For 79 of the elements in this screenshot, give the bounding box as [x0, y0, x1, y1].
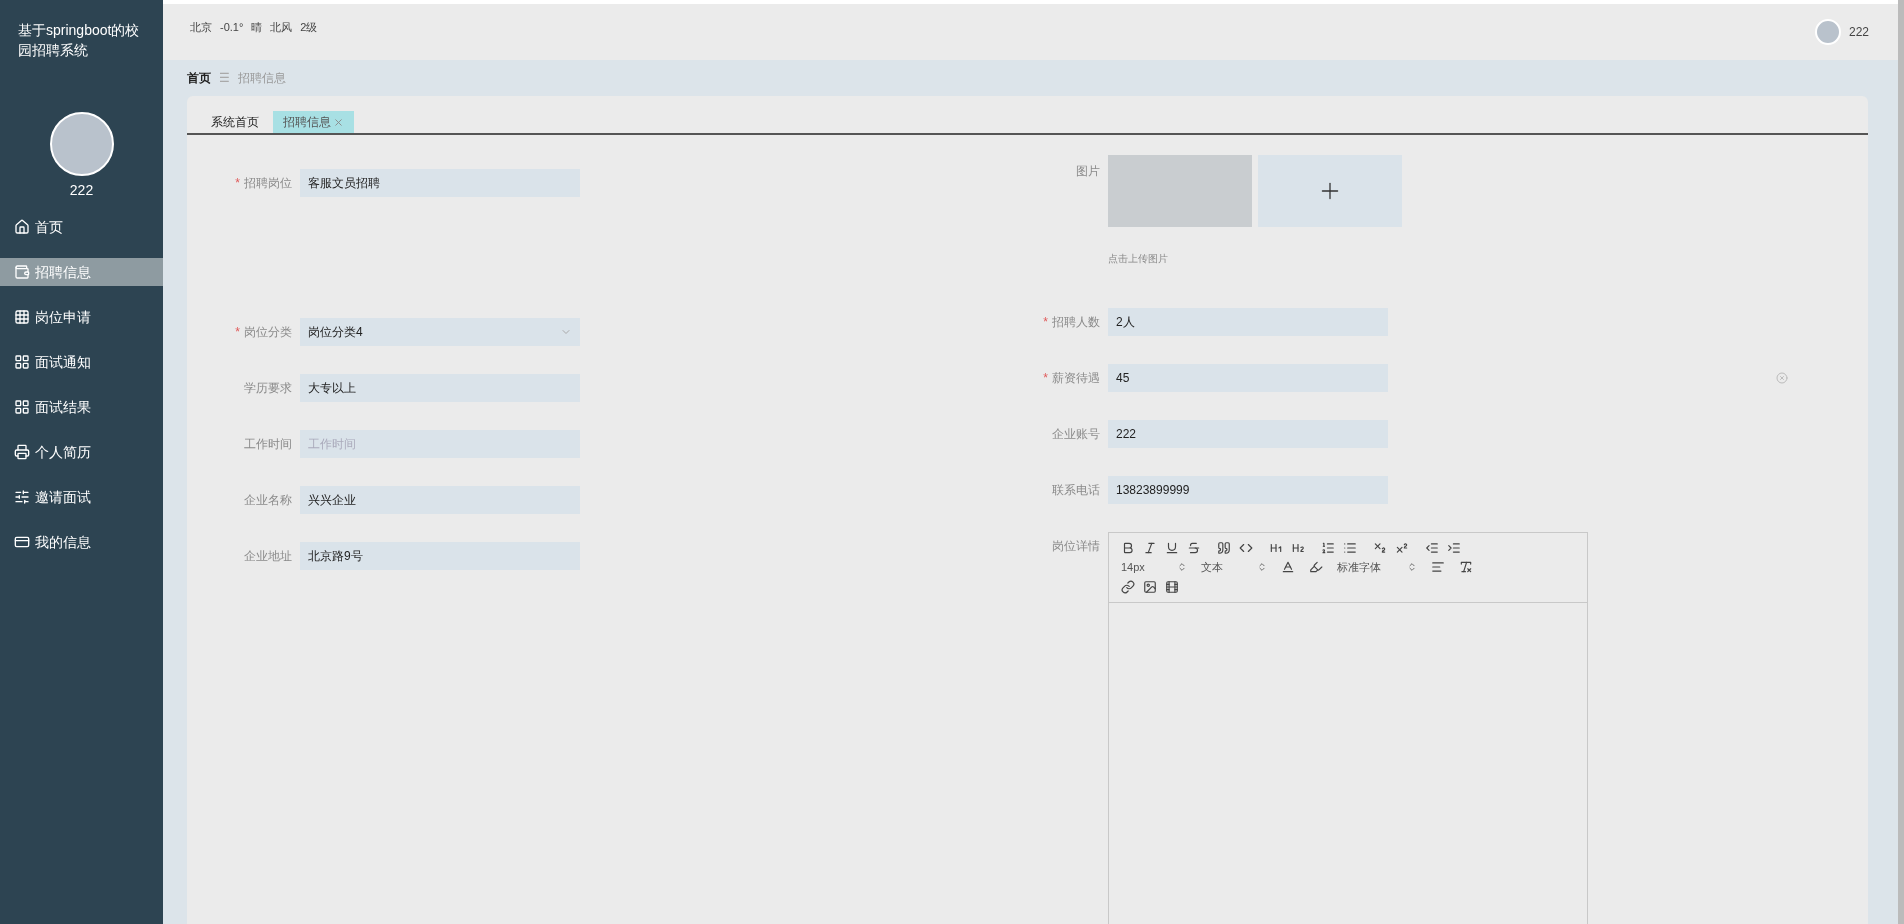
card-icon — [14, 534, 30, 550]
up-down-icon — [1177, 562, 1187, 573]
heading-2-icon[interactable] — [1291, 541, 1305, 555]
page-tab[interactable]: 招聘信息 — [273, 111, 354, 133]
heading-1-icon[interactable] — [1269, 541, 1283, 555]
toolbar-select[interactable]: 14px — [1121, 559, 1187, 576]
outdent-icon[interactable] — [1425, 541, 1439, 555]
weather-text: 2级 — [300, 20, 318, 35]
breadcrumb-separator: ☰ — [219, 70, 230, 87]
text-field[interactable]: 13823899999 — [1108, 476, 1388, 504]
image-icon[interactable] — [1143, 579, 1157, 594]
field-label: 图片 — [1076, 163, 1100, 180]
toolbar-select[interactable]: 标准字体 — [1337, 559, 1417, 576]
bullet-list-icon[interactable] — [1343, 541, 1357, 555]
sidebar-username: 222 — [69, 181, 94, 200]
nav-item[interactable]: 面试通知 — [0, 348, 163, 376]
printer-icon — [14, 444, 30, 460]
field-label: * 薪资待遇 — [1043, 370, 1100, 387]
indent-icon[interactable] — [1447, 541, 1461, 555]
grid-icon — [14, 354, 30, 370]
superscript-icon[interactable] — [1395, 541, 1409, 555]
home-icon — [14, 219, 30, 235]
text-field[interactable]: 兴兴企业 — [300, 486, 580, 514]
weather-text: 晴 — [251, 20, 263, 35]
nav-item[interactable]: 邀请面试 — [0, 483, 163, 511]
text-field[interactable]: 大专以上 — [300, 374, 580, 402]
select-field[interactable]: 岗位分类4 — [300, 318, 580, 346]
user-avatar — [1814, 19, 1841, 45]
field-label: 企业账号 — [1052, 426, 1100, 443]
upload-hint: 点击上传图片 — [1108, 252, 1169, 266]
sliders-icon — [14, 489, 30, 505]
link-icon[interactable] — [1121, 579, 1135, 594]
clear-format-icon[interactable] — [1459, 560, 1473, 575]
up-down-icon — [1257, 562, 1267, 573]
close-icon — [333, 116, 344, 128]
highlight-icon[interactable] — [1309, 560, 1323, 575]
nav-item[interactable]: 个人简历 — [0, 438, 163, 466]
field-label: 企业地址 — [244, 548, 292, 565]
quote-icon[interactable] — [1217, 541, 1231, 555]
field-label: 岗位详情 — [1052, 538, 1100, 555]
field-label: 企业名称 — [244, 492, 292, 509]
grid-icon — [14, 399, 30, 415]
field-label: 联系电话 — [1052, 482, 1100, 499]
video-icon[interactable] — [1165, 579, 1179, 594]
text-field[interactable]: 222 — [1108, 420, 1388, 448]
weather-text: -0.1° — [220, 20, 244, 35]
field-label: 工作时间 — [244, 436, 292, 453]
text-field[interactable]: 45 — [1108, 364, 1388, 392]
nav-item[interactable]: 岗位申请 — [0, 303, 163, 331]
up-down-icon — [1407, 562, 1417, 573]
bold-icon[interactable] — [1121, 541, 1135, 555]
scrollbar[interactable] — [1898, 0, 1904, 924]
field-label: * 岗位分类 — [235, 324, 292, 341]
italic-icon[interactable] — [1143, 541, 1157, 555]
weather-text: 北京 — [190, 20, 212, 35]
page-tab[interactable]: 系统首页 — [201, 111, 269, 133]
text-field[interactable]: 客服文员招聘 — [300, 169, 580, 197]
nav-item[interactable]: 首页 — [0, 213, 163, 241]
font-color-icon[interactable] — [1281, 560, 1295, 575]
field-label: 学历要求 — [244, 380, 292, 397]
code-icon[interactable] — [1239, 541, 1253, 555]
app-title: 基于springboot的校园招聘系统 — [17, 21, 141, 60]
field-label: * 招聘岗位 — [235, 175, 292, 192]
wallet-icon — [14, 264, 30, 280]
strikethrough-icon[interactable] — [1187, 541, 1201, 555]
align-icon[interactable] — [1431, 560, 1445, 575]
underline-icon[interactable] — [1165, 541, 1179, 555]
weather-text: 北风 — [270, 20, 293, 35]
text-field[interactable]: 北京路9号 — [300, 542, 580, 570]
toolbar-select[interactable]: 文本 — [1201, 559, 1267, 576]
subscript-icon[interactable] — [1373, 541, 1387, 555]
nav-item[interactable]: 面试结果 — [0, 393, 163, 421]
nav-item[interactable]: 我的信息 — [0, 528, 163, 556]
field-label: * 招聘人数 — [1043, 314, 1100, 331]
header-username: 222 — [1848, 24, 1869, 41]
breadcrumb-link[interactable]: 首页 — [187, 69, 211, 87]
grid-icon — [14, 309, 30, 325]
ordered-list-icon[interactable] — [1321, 541, 1335, 555]
text-field[interactable]: 2人 — [1108, 308, 1388, 336]
